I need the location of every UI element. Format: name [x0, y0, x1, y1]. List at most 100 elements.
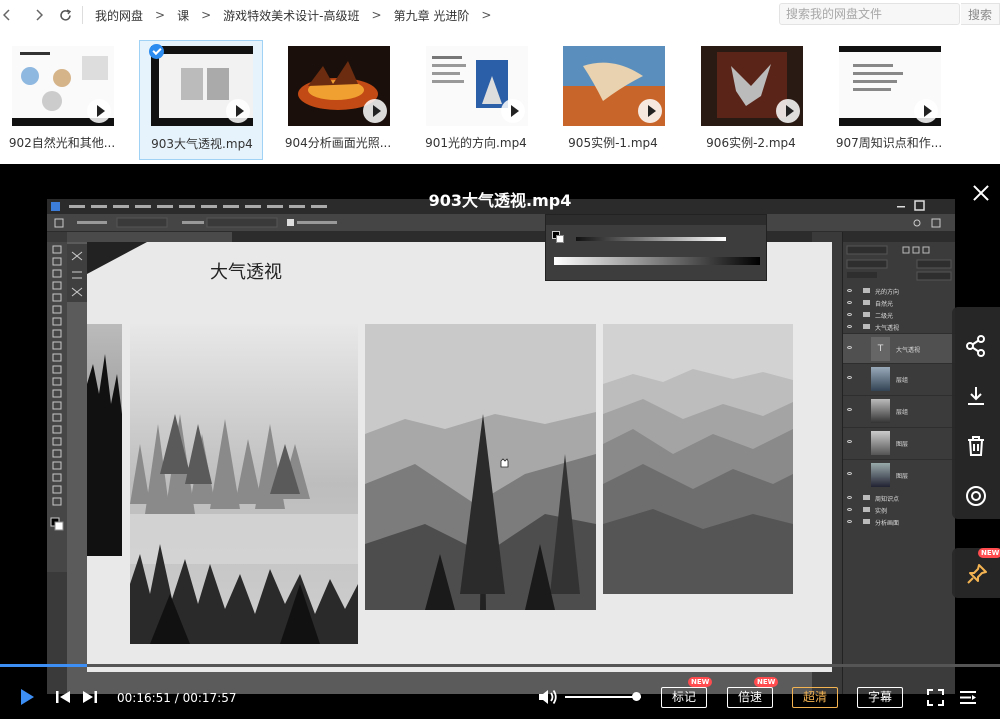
thumbnail-item-selected[interactable]: 903大气透视.mp4	[139, 40, 263, 160]
eye-icon[interactable]	[847, 440, 852, 443]
delete-button[interactable]	[964, 434, 988, 458]
time-display: 00:16:51 / 00:17:57	[117, 691, 237, 705]
eye-icon[interactable]	[847, 289, 852, 292]
back-button[interactable]	[0, 4, 14, 26]
layer-group-row[interactable]: 自然光	[843, 299, 955, 309]
play-icon	[87, 99, 111, 123]
layer-thumbnail	[871, 367, 890, 391]
eye-icon[interactable]	[847, 508, 852, 511]
volume-slider-handle[interactable]	[632, 692, 642, 701]
thumbnail-item[interactable]: 906实例-2.mp4	[689, 40, 813, 160]
layer-row[interactable]: 层组	[843, 363, 955, 395]
breadcrumb-item[interactable]: 第九章 光进阶	[390, 7, 474, 24]
layers-panel-header	[843, 232, 955, 242]
trash-icon	[968, 436, 984, 456]
volume-button[interactable]	[538, 688, 558, 706]
progress-bar[interactable]	[0, 664, 1000, 667]
play-icon	[638, 99, 662, 123]
search-input[interactable]	[780, 4, 959, 24]
fullscreen-icon	[927, 689, 944, 706]
layer-group-row[interactable]: 周知识点	[843, 494, 955, 504]
photo-art	[365, 324, 596, 610]
eye-icon[interactable]	[847, 346, 852, 349]
eye-icon[interactable]	[847, 376, 852, 379]
fullscreen-button[interactable]	[927, 689, 944, 706]
color-ramp	[554, 257, 760, 265]
next-button[interactable]	[82, 689, 98, 705]
eye-icon[interactable]	[847, 472, 852, 475]
video-player[interactable]: 903大气透视.mp4 大气透视 光的方向 自然光 二级光 大气透视 T 大气透…	[0, 164, 1000, 719]
new-badge: NEW	[754, 677, 779, 687]
thumbnail-label: 907周知识点和作...	[835, 136, 943, 150]
ps-layers-panel: 光的方向 自然光 二级光 大气透视 T 大气透视 层组 层组 图层 图层 周知识…	[842, 232, 955, 694]
volume-slider[interactable]	[565, 696, 641, 698]
eye-icon[interactable]	[847, 520, 852, 523]
layer-row[interactable]: T 大气透视	[843, 333, 955, 363]
photo-misty-forest	[130, 324, 358, 644]
breadcrumb-separator: >	[371, 8, 382, 22]
layer-row[interactable]: 层组	[843, 395, 955, 427]
pin-button[interactable]: NEW	[952, 548, 1000, 598]
quality-button-label: 超清	[802, 690, 827, 704]
ps-options-bar	[47, 214, 955, 232]
search-button[interactable]: 搜索	[961, 3, 1000, 25]
skip-next-icon	[83, 691, 97, 703]
photo-forest-edge	[87, 324, 122, 556]
previous-button[interactable]	[55, 689, 71, 705]
layer-group-row[interactable]: 大气透视	[843, 323, 955, 333]
thumbnail-item[interactable]: 901光的方向.mp4	[414, 40, 538, 160]
eye-icon[interactable]	[847, 408, 852, 411]
breadcrumb-item[interactable]: 游戏特效美术设计-高级班	[219, 7, 363, 24]
thumbnail-label: 901光的方向.mp4	[425, 136, 527, 150]
folder-icon	[863, 507, 870, 512]
player-controls: 00:16:51 / 00:17:57 标记 NEW 倍速 NEW 超清 字幕	[0, 677, 1000, 717]
close-icon[interactable]	[970, 183, 992, 205]
thumbnail-item[interactable]: 907周知识点和作...	[827, 40, 951, 160]
layer-group-row[interactable]: 实例	[843, 506, 955, 516]
total-time: 00:17:57	[182, 691, 237, 705]
quality-button[interactable]: 超清	[792, 687, 838, 708]
share-button[interactable]	[964, 334, 988, 358]
thumbnail-item[interactable]: 902自然光和其他...	[0, 40, 124, 160]
layer-group-row[interactable]: 光的方向	[843, 287, 955, 297]
play-icon	[363, 99, 387, 123]
download-button[interactable]	[964, 384, 988, 408]
thumbnail-item[interactable]: 905实例-1.mp4	[551, 40, 675, 160]
navigation-bar: 我的网盘 > 课 > 游戏特效美术设计-高级班 > 第九章 光进阶 > 搜索	[0, 0, 1000, 30]
new-badge: NEW	[688, 677, 713, 687]
focus-button[interactable]	[964, 484, 988, 508]
play-icon	[501, 99, 525, 123]
breadcrumb-item[interactable]: 我的网盘	[91, 7, 147, 24]
breadcrumb-item[interactable]: 课	[173, 7, 193, 24]
layer-row[interactable]: 图层	[843, 427, 955, 459]
forward-button[interactable]	[28, 4, 50, 26]
refresh-button[interactable]	[54, 4, 76, 26]
speed-button-label: 倍速	[737, 690, 762, 704]
video-title: 903大气透视.mp4	[428, 191, 572, 210]
mark-button[interactable]: 标记	[661, 687, 707, 708]
text-layer-icon: T	[871, 337, 890, 361]
ps-toolbar	[47, 242, 67, 572]
photo-art	[130, 324, 358, 644]
progress-bar-fill	[0, 664, 87, 667]
video-thumbnail-strip: 902自然光和其他... 903大气透视.mp4 904分析画面光照... 90…	[0, 33, 1000, 161]
ps-subtool-panel	[67, 244, 87, 302]
eye-icon[interactable]	[847, 496, 852, 499]
eye-icon[interactable]	[847, 313, 852, 316]
play-button[interactable]	[18, 688, 36, 706]
thumbnail-label: 903大气透视.mp4	[151, 137, 253, 151]
subtitle-button-label: 字幕	[867, 690, 892, 704]
eye-icon[interactable]	[847, 301, 852, 304]
playlist-button[interactable]	[959, 689, 977, 706]
layer-row[interactable]: 图层	[843, 459, 955, 491]
layer-group-row[interactable]: 分析画面	[843, 518, 955, 528]
video-frame: 大气透视 光的方向 自然光 二级光 大气透视 T 大气透视 层组 层组 图层 图…	[47, 199, 955, 694]
thumbnail-item[interactable]: 904分析画面光照...	[276, 40, 400, 160]
doc-heading: 大气透视	[210, 262, 282, 283]
subtitle-button[interactable]: 字幕	[857, 687, 903, 708]
volume-icon	[539, 689, 557, 705]
eye-icon[interactable]	[847, 325, 852, 328]
layer-group-row[interactable]: 二级光	[843, 311, 955, 321]
ps-tool-icons	[50, 245, 64, 531]
speed-button[interactable]: 倍速	[727, 687, 773, 708]
